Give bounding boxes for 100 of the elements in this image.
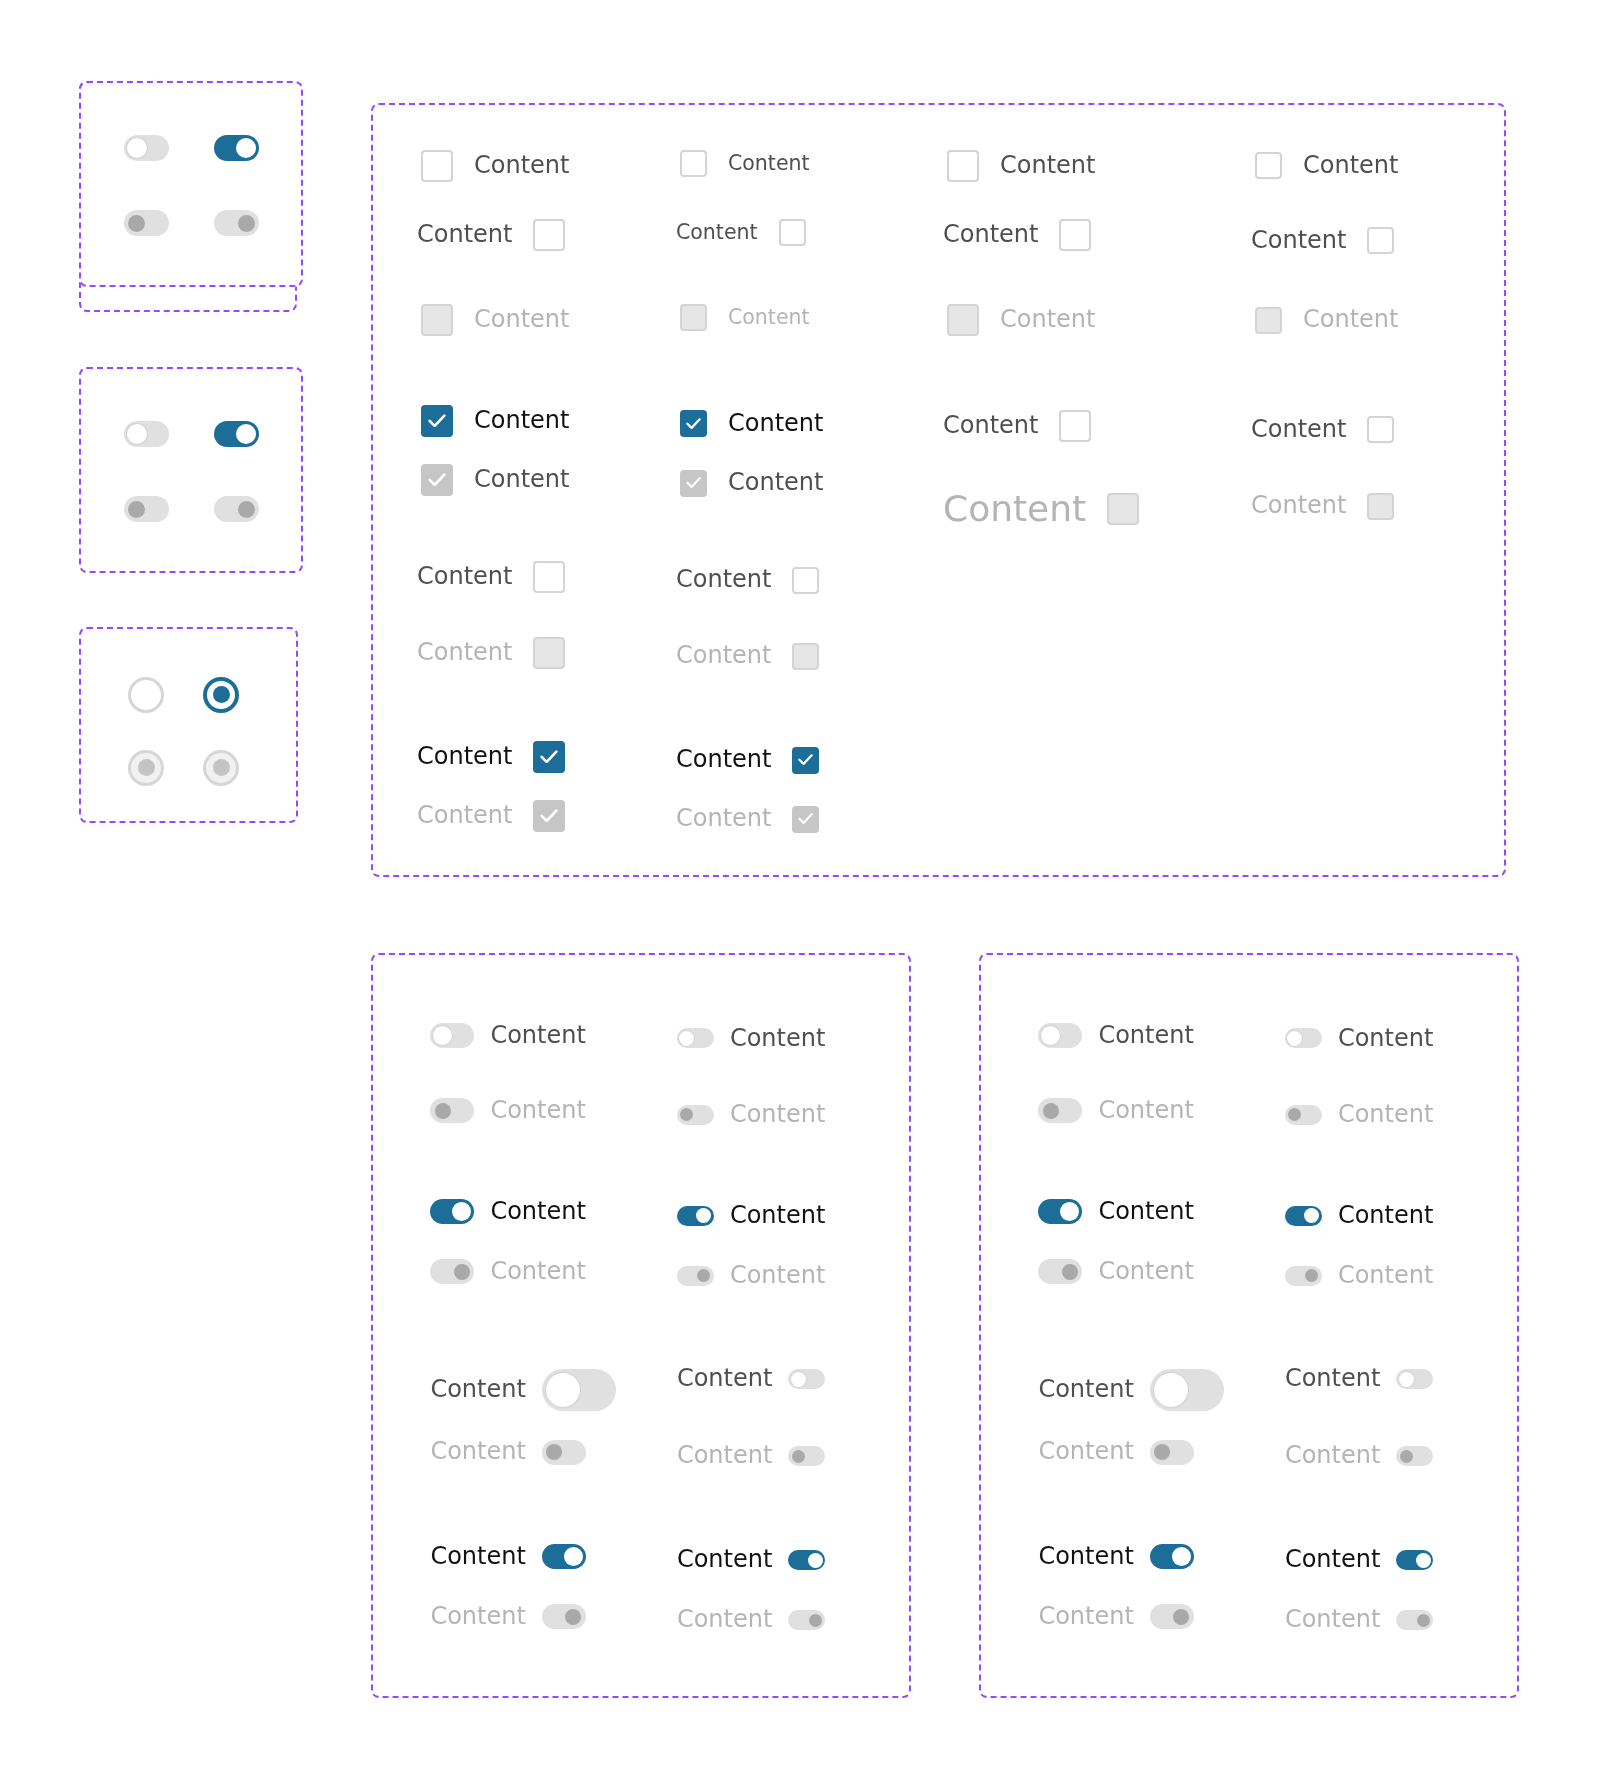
- checkbox[interactable]: [1255, 152, 1282, 179]
- checkbox-label: Content: [1303, 151, 1399, 180]
- toggle-switch[interactable]: [430, 1199, 475, 1225]
- toggle-label: Content: [1038, 1376, 1134, 1405]
- checkbox-label: Content: [676, 220, 758, 245]
- toggle-label: Content: [729, 1202, 826, 1230]
- checkbox[interactable]: [533, 560, 566, 593]
- checkbox[interactable]: [1059, 410, 1092, 442]
- checkmark-icon: [798, 813, 814, 825]
- toggle-label: Content: [1098, 1021, 1194, 1050]
- checkbox[interactable]: [680, 150, 707, 177]
- toggle-label: Content: [490, 1097, 586, 1125]
- toggle-switch[interactable]: [1038, 1022, 1083, 1048]
- toggle-switch[interactable]: [1038, 1199, 1083, 1225]
- toggle-label: Content: [1337, 1261, 1434, 1290]
- checkbox[interactable]: [421, 150, 453, 182]
- checkmark-icon: [428, 473, 446, 487]
- toggle-switch[interactable]: [1149, 1544, 1194, 1570]
- checkmark-icon: [686, 477, 701, 489]
- toggle-switch[interactable]: [676, 1205, 714, 1226]
- toggle-switch[interactable]: [541, 1369, 616, 1412]
- toggle-label: Content: [430, 1376, 526, 1405]
- checkmark-icon: [540, 749, 559, 764]
- toggle-switch[interactable]: [788, 1550, 826, 1571]
- checkbox-label: Content: [943, 488, 1087, 530]
- checkbox[interactable]: [533, 740, 566, 773]
- checkbox[interactable]: [1367, 227, 1395, 254]
- toggle-label: Content: [1284, 1442, 1381, 1471]
- checkmark-icon: [798, 754, 814, 766]
- toggle-switch[interactable]: [214, 135, 259, 161]
- checkbox-label: Content: [1251, 226, 1347, 255]
- checkbox-label: Content: [676, 746, 772, 774]
- checkbox[interactable]: [421, 404, 453, 437]
- checkbox-label: Content: [1303, 306, 1399, 334]
- checkbox[interactable]: [680, 410, 707, 437]
- toggle-label: Content: [676, 1442, 773, 1471]
- toggle-label: Content: [1284, 1606, 1381, 1635]
- toggle-label: Content: [1284, 1365, 1381, 1393]
- checkbox-label: Content: [474, 306, 570, 334]
- toggle-label: Content: [729, 1101, 826, 1129]
- radio-button[interactable]: [203, 676, 239, 713]
- toggle-label: Content: [430, 1543, 526, 1571]
- toggle-label: Content: [1038, 1602, 1134, 1631]
- checkbox-label: Content: [417, 801, 513, 830]
- toggle-switch[interactable]: [676, 1028, 714, 1049]
- toggle-label: Content: [1337, 1202, 1434, 1230]
- toggle-label: Content: [1337, 1024, 1434, 1053]
- toggle-label: Content: [1098, 1198, 1194, 1226]
- toggle-label: Content: [1098, 1097, 1194, 1125]
- toggle-switch[interactable]: [123, 421, 169, 447]
- toggle-switch[interactable]: [214, 421, 259, 447]
- checkbox-label: Content: [728, 151, 810, 176]
- toggle-label: Content: [1098, 1258, 1194, 1286]
- checkbox-label: Content: [728, 469, 824, 497]
- checkbox-label: Content: [474, 406, 570, 435]
- checkbox-label: Content: [1000, 306, 1096, 334]
- toggle-label: Content: [1337, 1101, 1434, 1129]
- toggle-label: Content: [490, 1021, 586, 1050]
- toggle-switch[interactable]: [123, 135, 169, 161]
- toggle-label: Content: [676, 1606, 773, 1635]
- checkbox[interactable]: [1059, 218, 1092, 251]
- checkbox-label: Content: [943, 412, 1039, 440]
- toggle-label: Content: [430, 1602, 526, 1631]
- checkbox[interactable]: [947, 149, 979, 182]
- checkbox[interactable]: [533, 218, 566, 251]
- checkmark-icon: [428, 413, 446, 428]
- checkbox-label: Content: [676, 566, 772, 594]
- checkbox-label: Content: [474, 466, 570, 494]
- toggle-switch[interactable]: [1396, 1369, 1434, 1390]
- toggle-label: Content: [729, 1024, 826, 1053]
- checkmark-icon: [540, 808, 559, 823]
- toggle-switch[interactable]: [1284, 1205, 1322, 1226]
- toggle-switch[interactable]: [788, 1369, 826, 1390]
- checkbox-label: Content: [417, 220, 513, 249]
- checkbox-label: Content: [943, 220, 1039, 249]
- toggle-label: Content: [729, 1261, 826, 1290]
- checkbox-label: Content: [676, 805, 772, 833]
- checkbox[interactable]: [792, 746, 820, 774]
- toggle-switch[interactable]: [1149, 1369, 1224, 1412]
- toggle-switch[interactable]: [541, 1544, 586, 1570]
- toggle-label: Content: [1284, 1546, 1381, 1575]
- toggle-label: Content: [430, 1438, 526, 1467]
- checkbox-label: Content: [417, 638, 513, 667]
- checkbox-label: Content: [417, 562, 513, 591]
- checkbox[interactable]: [778, 219, 806, 246]
- checkbox-label: Content: [417, 742, 513, 771]
- checkbox-label: Content: [676, 642, 772, 670]
- checkbox-label: Content: [728, 409, 824, 438]
- checkbox-label: Content: [1251, 492, 1347, 520]
- toggle-switch[interactable]: [430, 1022, 475, 1048]
- toggle-label: Content: [490, 1258, 586, 1286]
- checkbox[interactable]: [792, 566, 820, 594]
- toggle-label: Content: [676, 1546, 773, 1575]
- toggle-label: Content: [490, 1198, 586, 1226]
- checkmark-icon: [686, 417, 701, 430]
- checkbox-label: Content: [728, 305, 810, 330]
- toggle-label: Content: [1038, 1543, 1134, 1571]
- checkbox-label: Content: [1000, 151, 1096, 180]
- checkbox[interactable]: [1367, 416, 1395, 443]
- toggle-switch[interactable]: [1396, 1550, 1434, 1571]
